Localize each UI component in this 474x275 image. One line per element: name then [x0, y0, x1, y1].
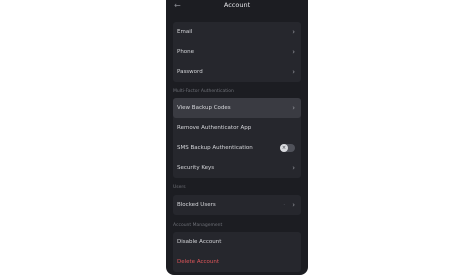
management-group: Disable Account Delete Account — [173, 232, 301, 272]
email-label: Email — [177, 29, 193, 35]
password-label: Password — [177, 69, 203, 75]
chevron-right-icon: › — [292, 104, 295, 112]
sms-backup-label: SMS Backup Authentication — [177, 145, 253, 151]
page-title: Account — [223, 1, 251, 9]
password-row[interactable]: Password › — [173, 62, 301, 82]
chevron-right-icon: › — [292, 28, 295, 36]
delete-account-label: Delete Account — [177, 259, 220, 265]
disable-account-row[interactable]: Disable Account — [173, 232, 301, 252]
blocked-users-label: Blocked Users — [177, 202, 216, 208]
account-info-group: Email › Phone › Password › — [173, 22, 301, 82]
sms-backup-toggle[interactable]: × — [280, 144, 295, 152]
mfa-section-label: Multi-Factor Authentication — [173, 89, 234, 94]
chevron-right-icon: › — [292, 164, 295, 172]
email-row[interactable]: Email › — [173, 22, 301, 42]
remove-authenticator-label: Remove Authenticator App — [177, 125, 252, 131]
security-keys-label: Security Keys — [177, 165, 215, 171]
header: ← Account — [166, 0, 308, 14]
settings-screen: ← Account Email › Phone › Password › Mul… — [166, 0, 308, 275]
chevron-right-icon: › — [292, 48, 295, 56]
phone-label: Phone — [177, 49, 195, 55]
disable-account-label: Disable Account — [177, 239, 222, 245]
view-backup-codes-label: View Backup Codes — [177, 105, 231, 111]
security-keys-row[interactable]: Security Keys › — [173, 158, 301, 178]
mfa-group: View Backup Codes › Remove Authenticator… — [173, 98, 301, 178]
chevron-right-icon: › — [292, 68, 295, 76]
remove-authenticator-row[interactable]: Remove Authenticator App — [173, 118, 301, 138]
sms-backup-row[interactable]: SMS Backup Authentication × — [173, 138, 301, 158]
view-backup-codes-row[interactable]: View Backup Codes › — [173, 98, 301, 118]
users-section-label: Users — [173, 185, 186, 190]
management-section-label: Account Management — [173, 223, 223, 228]
blocked-count: · — [283, 202, 285, 208]
chevron-right-icon: › — [292, 201, 295, 209]
toggle-off-icon: × — [280, 144, 288, 152]
phone-row[interactable]: Phone › — [173, 42, 301, 62]
users-group: Blocked Users · › — [173, 195, 301, 215]
delete-account-row[interactable]: Delete Account — [173, 252, 301, 272]
blocked-users-row[interactable]: Blocked Users · › — [173, 195, 301, 215]
